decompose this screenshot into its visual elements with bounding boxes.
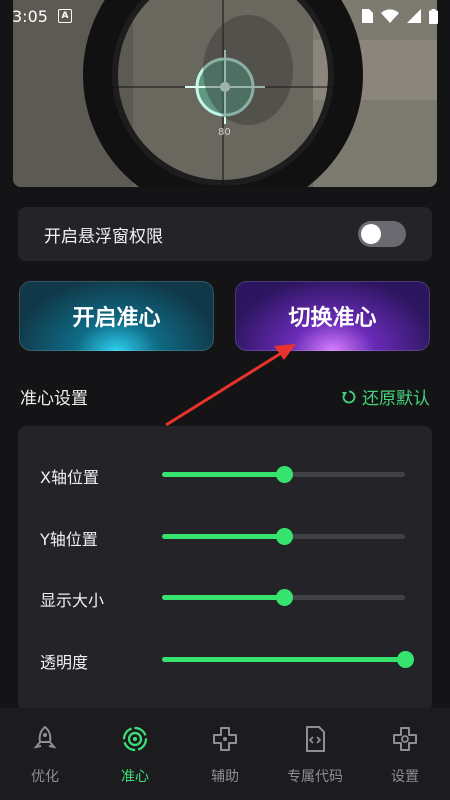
slider-fill	[162, 595, 284, 600]
battery-icon	[429, 8, 438, 24]
reset-icon	[342, 390, 356, 403]
slider-label: X轴位置	[40, 468, 99, 487]
crosshair-settings-title: 准心设置	[20, 389, 88, 409]
status-bar: 3:05 A	[0, 0, 450, 32]
slider-thumb[interactable]	[275, 466, 293, 483]
slider-fill	[162, 472, 284, 477]
nav-item-crosshair[interactable]: 准心	[90, 708, 180, 786]
slider-fill	[162, 534, 284, 539]
slider-thumb[interactable]	[275, 528, 293, 545]
slider-track[interactable]	[162, 466, 405, 483]
nav-label: 设置	[391, 769, 419, 785]
nav-label: 准心	[121, 769, 149, 785]
sim-icon	[362, 9, 373, 23]
signal-icon	[407, 9, 421, 23]
rocket-icon	[33, 725, 57, 749]
nav-item-optimize[interactable]: 优化	[0, 708, 90, 786]
slider-thumb[interactable]	[275, 589, 293, 606]
slider-opacity: 透明度	[18, 639, 432, 679]
slider-track[interactable]	[162, 528, 405, 545]
nav-label: 优化	[31, 769, 59, 785]
nav-label: 专属代码	[287, 769, 343, 785]
app-notification-icon: A	[57, 9, 72, 23]
slider-label: 显示大小	[40, 591, 105, 610]
reset-defaults-button[interactable]: 还原默认	[342, 384, 430, 409]
slider-track[interactable]	[162, 651, 414, 668]
slider-y-position: Y轴位置	[18, 516, 432, 556]
bottom-nav: 优化 准心 辅助 专属代码 设置	[0, 708, 450, 800]
slider-x-position: X轴位置	[18, 454, 432, 494]
nav-item-assist[interactable]: 辅助	[180, 708, 270, 786]
crosshair-settings-card: X轴位置 Y轴位置 显示大小 透明度	[18, 426, 432, 711]
gamepad-settings-icon	[393, 727, 417, 751]
slider-label: 透明度	[40, 653, 89, 672]
wifi-icon	[381, 9, 399, 23]
slider-label: Y轴位置	[40, 530, 98, 549]
nav-item-exclusive-code[interactable]: 专属代码	[270, 708, 360, 786]
slider-fill	[162, 657, 405, 662]
slider-track[interactable]	[162, 589, 405, 606]
slider-display-size: 显示大小	[18, 577, 432, 617]
nav-item-settings[interactable]: 设置	[360, 708, 450, 786]
gamepad-icon	[213, 727, 237, 751]
status-time: 3:05	[12, 6, 48, 26]
nav-label: 辅助	[211, 769, 239, 785]
slider-thumb[interactable]	[397, 651, 414, 668]
crosshair-icon	[122, 726, 148, 752]
code-file-icon	[306, 726, 325, 752]
reset-defaults-label: 还原默认	[362, 389, 430, 409]
